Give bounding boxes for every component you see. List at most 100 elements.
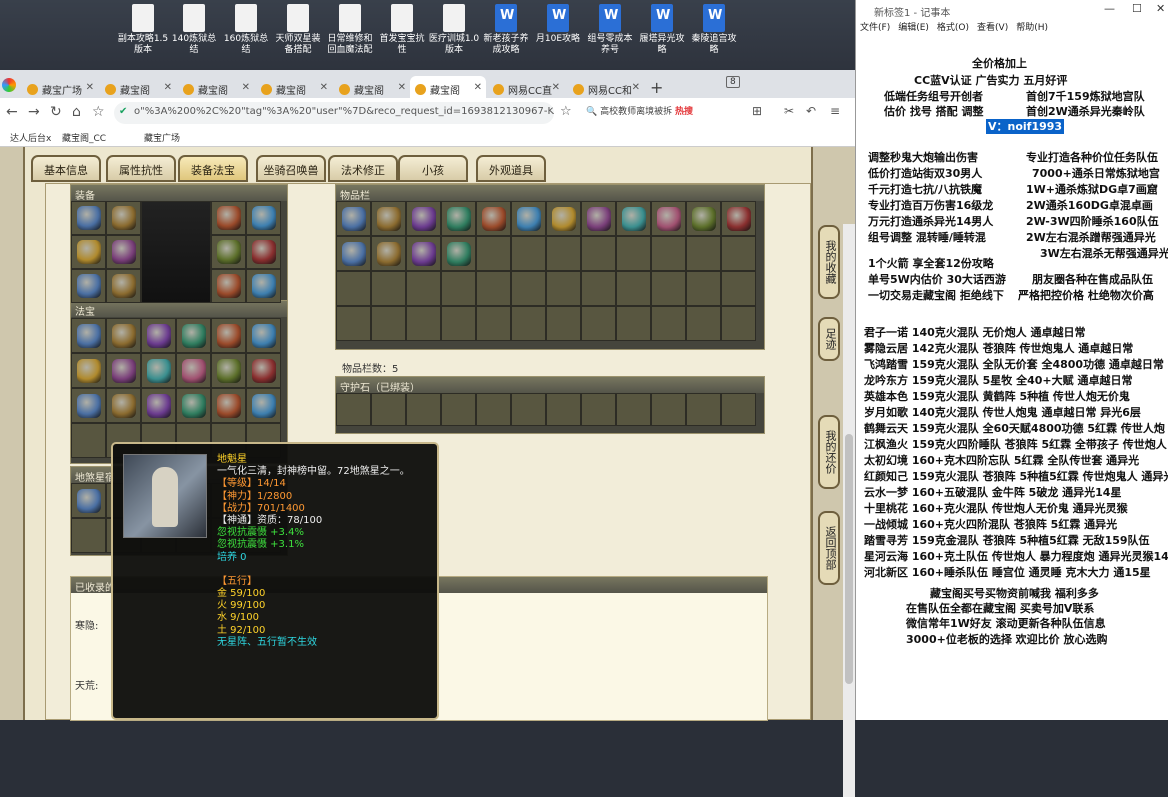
notepad-menu-item[interactable]: 编辑(E) [898,23,929,33]
item-slot[interactable] [581,271,616,306]
item-slot[interactable] [546,201,581,236]
item-slot[interactable] [546,393,581,426]
item-slot[interactable] [616,201,651,236]
item-slot[interactable] [616,271,651,306]
close-button[interactable]: ✕ [1156,2,1165,15]
side-button[interactable]: 我的收藏 [818,225,840,299]
item-slot[interactable] [651,271,686,306]
item-slot[interactable] [246,201,281,235]
game-tab[interactable]: 坐骑召唤兽 [256,155,326,182]
tab-close-icon[interactable]: ✕ [320,82,328,93]
item-slot[interactable] [546,236,581,271]
item-slot[interactable] [511,236,546,271]
tab-counter[interactable]: 8 [726,76,740,88]
item-slot[interactable] [721,236,756,271]
item-slot[interactable] [476,306,511,341]
item-slot[interactable] [246,388,281,423]
item-slot[interactable] [651,393,686,426]
item-slot[interactable] [546,271,581,306]
item-slot[interactable] [106,353,141,388]
page-scrollbar[interactable] [843,224,855,797]
item-slot[interactable] [476,271,511,306]
item-slot[interactable] [211,201,246,235]
item-slot[interactable] [106,201,141,235]
item-slot[interactable] [581,393,616,426]
forward-icon[interactable]: → [28,104,40,120]
game-tab[interactable]: 属性抗性 [106,155,176,182]
tab-close-icon[interactable]: ✕ [552,82,560,93]
item-slot[interactable] [176,388,211,423]
item-slot[interactable] [476,236,511,271]
item-slot[interactable] [511,306,546,341]
notepad-menu-item[interactable]: 格式(O) [937,23,969,33]
side-button[interactable]: 足迹 [818,317,840,361]
tab-close-icon[interactable]: ✕ [398,82,406,93]
item-slot[interactable] [246,353,281,388]
new-tab-button[interactable]: + [650,78,663,97]
item-slot[interactable] [371,271,406,306]
item-slot[interactable] [581,236,616,271]
item-slot[interactable] [211,353,246,388]
item-slot[interactable] [476,393,511,426]
maximize-button[interactable]: ☐ [1132,2,1142,15]
back-icon[interactable]: ← [6,104,18,120]
item-slot[interactable] [651,306,686,341]
item-slot[interactable] [106,235,141,269]
notepad-menu-item[interactable]: 查看(V) [977,23,1008,33]
scrollbar-thumb[interactable] [845,434,853,684]
item-slot[interactable] [141,388,176,423]
item-slot[interactable] [511,393,546,426]
item-slot[interactable] [211,388,246,423]
item-slot[interactable] [616,236,651,271]
bookmark-item[interactable]: 达人后台x [10,131,51,144]
item-slot[interactable] [71,269,106,303]
item-slot[interactable] [511,271,546,306]
item-slot[interactable] [511,201,546,236]
tab-close-icon[interactable]: ✕ [474,82,482,93]
item-slot[interactable] [651,236,686,271]
item-slot[interactable] [211,318,246,353]
item-slot[interactable] [616,393,651,426]
game-tab[interactable]: 装备法宝 [178,155,248,182]
item-slot[interactable] [441,306,476,341]
item-slot[interactable] [371,306,406,341]
url-field[interactable]: ✔ o"%3A%200%2C%20"tag"%3A%20"user"%7D&rec… [114,102,554,124]
undo-icon[interactable]: ↶ [806,104,816,118]
bookmark-item[interactable]: 藏宝广场 [144,131,180,144]
desktop-icon[interactable]: 160炼狱总结 [220,4,272,56]
desktop-icon[interactable]: 组号零成本养号 [584,4,636,56]
item-slot[interactable] [336,201,371,236]
tab-close-icon[interactable]: ✕ [632,82,640,93]
item-slot[interactable] [546,306,581,341]
item-slot[interactable] [211,269,246,303]
item-slot[interactable] [176,353,211,388]
minimize-button[interactable]: — [1104,2,1115,15]
side-button[interactable]: 返回顶部 [818,511,840,585]
item-slot[interactable] [106,388,141,423]
item-slot[interactable] [721,393,756,426]
item-slot[interactable] [581,306,616,341]
item-slot[interactable] [476,201,511,236]
notepad-menu-item[interactable]: 帮助(H) [1016,23,1048,33]
item-slot[interactable] [686,271,721,306]
desktop-icon[interactable]: 日常维修和回血魔法配 [324,4,376,56]
desktop-icon[interactable]: 副本攻略1.5版本 [117,4,169,56]
notepad-menu-item[interactable]: 文件(F) [860,23,890,33]
home-icon[interactable]: ⌂ [72,104,81,120]
side-button[interactable]: 我的还价 [818,415,840,489]
star-icon[interactable]: ☆ [92,104,105,120]
grid-icon[interactable]: ⊞ [752,104,762,118]
item-slot[interactable] [686,306,721,341]
desktop-icon[interactable]: 140炼狱总结 [168,4,220,56]
item-slot[interactable] [441,201,476,236]
item-slot[interactable] [176,318,211,353]
item-slot[interactable] [406,306,441,341]
desktop-icon[interactable]: 秦陵追宫攻略 [688,4,740,56]
item-slot[interactable] [721,271,756,306]
item-slot[interactable] [246,318,281,353]
tab-close-icon[interactable]: ✕ [164,82,172,93]
desktop-icon[interactable]: 履塔异光攻略 [636,4,688,56]
item-slot[interactable] [721,201,756,236]
item-slot[interactable] [686,236,721,271]
item-slot[interactable] [686,201,721,236]
